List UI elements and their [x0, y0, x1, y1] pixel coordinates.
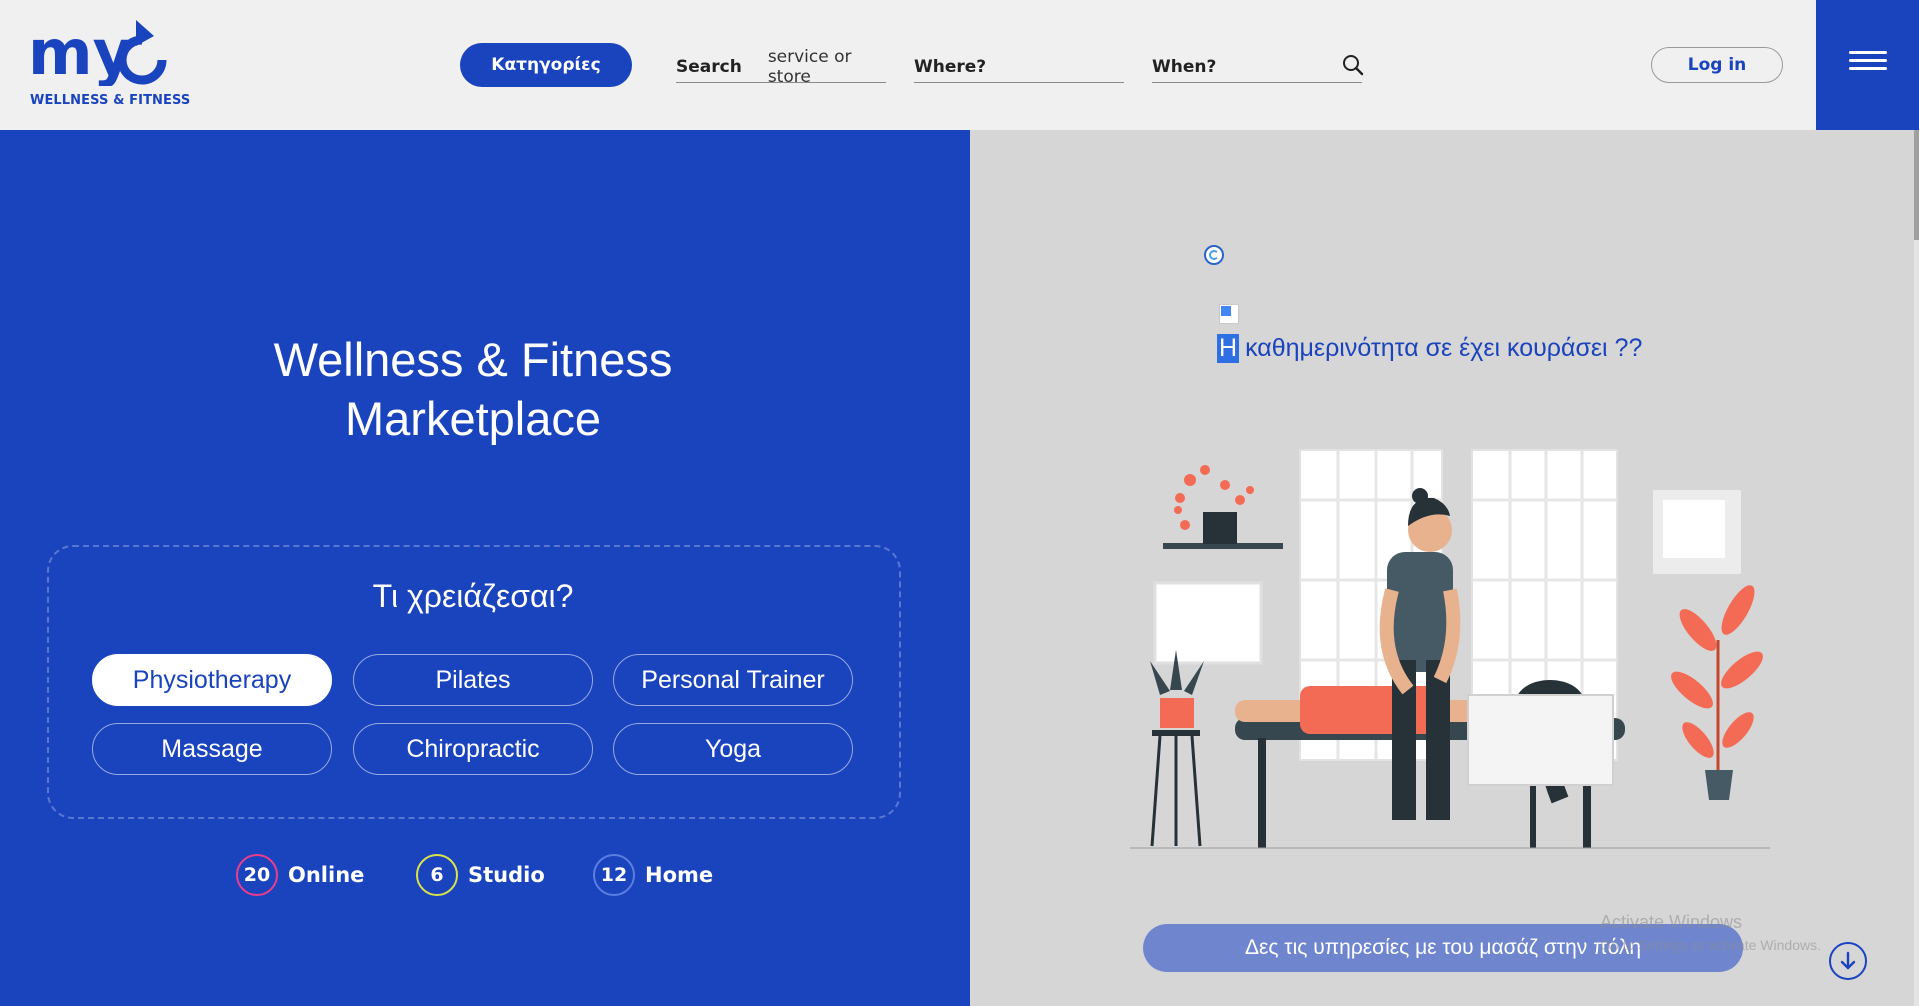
count-home[interactable]: 12 Home: [593, 852, 713, 898]
hamburger-icon: [1849, 51, 1887, 54]
scrollbar-thumb[interactable]: [1914, 130, 1919, 240]
service-pill-yoga[interactable]: Yoga: [613, 723, 853, 775]
count-online-label: Online: [288, 863, 365, 887]
brand-tagline: WELLNESS & FITNESS: [30, 93, 191, 108]
count-online-badge: 20: [236, 854, 278, 896]
promo-tagline-text: καθημερινότητα σε έχει κουράσει ??: [1245, 333, 1643, 362]
hamburger-menu-button[interactable]: [1816, 0, 1919, 130]
site-header: my WELLNESS & FITNESS Κατηγορίες Search …: [0, 0, 1919, 130]
promo-tagline-first-letter: Η: [1217, 333, 1240, 363]
svg-text:my: my: [28, 16, 133, 86]
massage-illustration: [1130, 449, 1770, 849]
logo-mark: my: [28, 16, 167, 86]
count-studio-badge: 6: [416, 854, 458, 896]
service-pill-chiropractic[interactable]: Chiropractic: [353, 723, 593, 775]
search-what-value[interactable]: service or store: [768, 47, 886, 87]
count-home-badge: 12: [593, 854, 635, 896]
hero-title: Wellness & Fitness Marketplace: [0, 330, 946, 448]
watermark-title: Activate Windows: [1600, 912, 1743, 932]
search-what-label: Search: [676, 57, 742, 77]
watermark-subtitle: Go to Settings to activate Windows.: [1600, 937, 1821, 953]
google-translate-icon[interactable]: [1219, 304, 1239, 324]
brand-logo[interactable]: my WELLNESS & FITNESS: [28, 16, 191, 112]
search-where-field[interactable]: Where?: [914, 52, 1124, 83]
browser-extension-icon[interactable]: [1204, 245, 1224, 265]
service-pill-massage[interactable]: Massage: [92, 723, 332, 775]
service-pill-personal-trainer[interactable]: Personal Trainer: [613, 654, 853, 706]
search-icon[interactable]: [1342, 54, 1364, 76]
count-studio-label: Studio: [468, 863, 545, 887]
arrow-down-circle-icon[interactable]: [1829, 942, 1867, 980]
categories-button[interactable]: Κατηγορίες: [460, 43, 632, 87]
page-scrollbar[interactable]: [1914, 130, 1919, 1006]
count-online[interactable]: 20 Online: [236, 852, 364, 898]
search-when-field[interactable]: When?: [1152, 52, 1362, 83]
windows-activation-watermark: Activate Windows Go to Settings to activ…: [1600, 912, 1821, 953]
search-what-field[interactable]: Search service or store: [676, 47, 886, 87]
hamburger-icon-line: [1849, 67, 1887, 70]
hero-title-line2: Marketplace: [345, 392, 601, 445]
search-where-label: Where?: [914, 57, 987, 77]
login-button[interactable]: Log in: [1651, 47, 1783, 83]
count-studio[interactable]: 6 Studio: [416, 852, 545, 898]
service-pill-pilates[interactable]: Pilates: [353, 654, 593, 706]
search-when-label: When?: [1152, 57, 1217, 77]
hero-title-line1: Wellness & Fitness: [273, 333, 673, 386]
count-home-label: Home: [645, 863, 714, 887]
hamburger-icon-line: [1849, 59, 1887, 62]
promo-tagline: Η καθημερινότητα σε έχει κουράσει ??: [1217, 330, 1642, 366]
service-pill-physiotherapy[interactable]: Physiotherapy: [92, 654, 332, 706]
service-picker-question: Τι χρειάζεσαι?: [372, 578, 574, 614]
hero-panel: Wellness & Fitness Marketplace Τι χρειάζ…: [0, 130, 970, 1006]
